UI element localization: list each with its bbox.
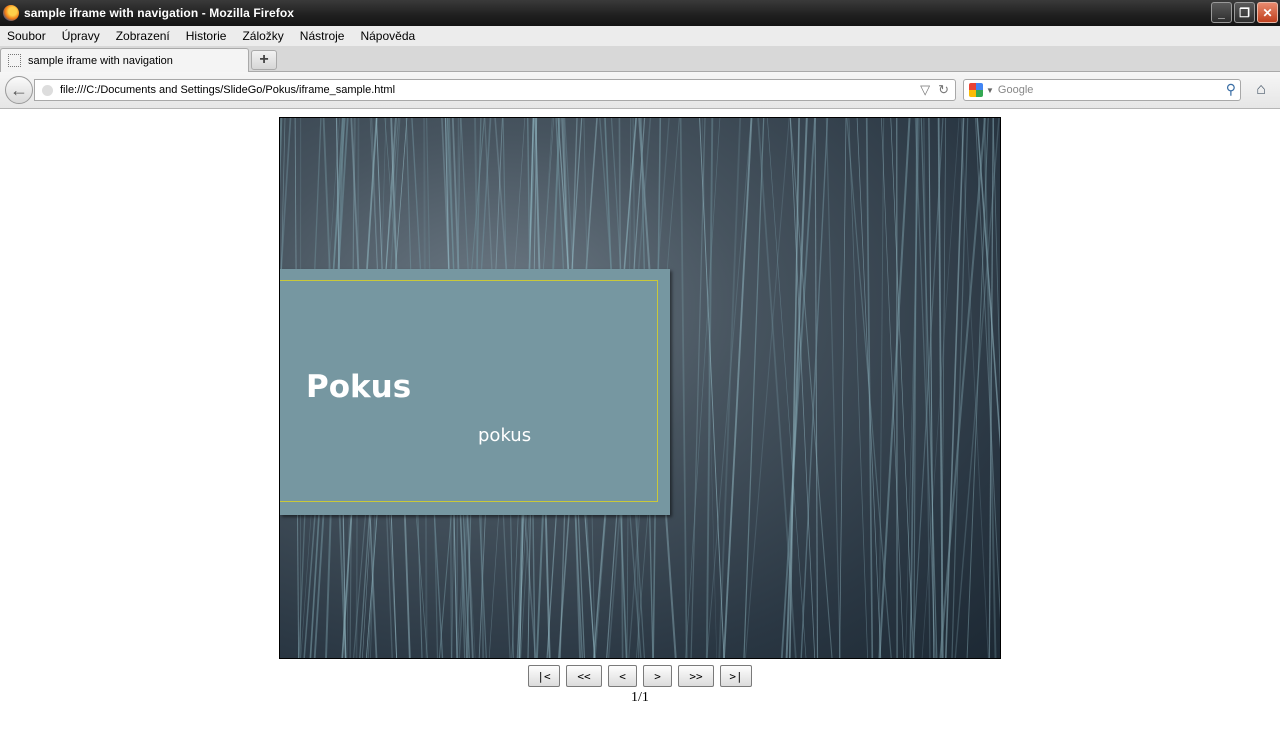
background-streak — [960, 118, 989, 658]
background-streak — [939, 118, 986, 658]
window-title: sample iframe with navigation - Mozilla … — [24, 6, 295, 20]
minimize-button[interactable]: _ — [1211, 2, 1232, 23]
menu-item-historie[interactable]: Historie — [186, 29, 227, 43]
first-slide-button[interactable]: |< — [528, 665, 560, 687]
window-title-bar: sample iframe with navigation - Mozilla … — [0, 0, 1280, 26]
search-input[interactable]: Google — [998, 84, 1033, 96]
menu-bar: Soubor Úpravy Zobrazení Historie Záložky… — [0, 26, 1280, 46]
background-streak — [706, 118, 752, 658]
next-page-button[interactable]: >> — [678, 665, 714, 687]
background-streak — [856, 118, 882, 658]
tab-active[interactable]: sample iframe with navigation — [0, 48, 249, 72]
close-button[interactable]: ✕ — [1257, 2, 1278, 23]
tab-strip: sample iframe with navigation + — [0, 46, 1280, 72]
menu-item-zalozky[interactable]: Záložky — [242, 29, 283, 43]
menu-item-nastroje[interactable]: Nástroje — [300, 29, 345, 43]
background-streak — [839, 118, 847, 658]
slide-navigation: |< << < > >> >| — [528, 665, 752, 687]
page-icon — [8, 54, 21, 67]
google-engine-icon[interactable] — [969, 83, 983, 97]
tab-label: sample iframe with navigation — [28, 54, 173, 67]
history-dropdown-icon[interactable]: ▽ — [920, 82, 930, 98]
menu-item-soubor[interactable]: Soubor — [7, 29, 46, 43]
search-bar[interactable]: ▼ Google ⚲ — [963, 79, 1241, 101]
menu-item-napoveda[interactable]: Nápověda — [360, 29, 415, 43]
restore-button[interactable]: ❐ — [1234, 2, 1255, 23]
back-button[interactable]: ← — [5, 76, 33, 104]
slide-title: Pokus — [306, 369, 412, 405]
slide-counter: 1/1 — [631, 690, 649, 705]
last-slide-button[interactable]: >| — [720, 665, 752, 687]
reload-icon[interactable]: ↻ — [938, 82, 949, 98]
background-streak — [744, 118, 790, 658]
new-tab-button[interactable]: + — [251, 50, 277, 70]
next-slide-button[interactable]: > — [643, 665, 672, 687]
background-streak — [825, 118, 841, 658]
site-identity-icon[interactable] — [42, 84, 53, 96]
url-text[interactable]: file:///C:/Documents and Settings/SlideG… — [60, 84, 395, 96]
slide-subtitle: pokus — [478, 425, 532, 446]
slide-iframe: Pokus pokus — [279, 117, 1001, 659]
previous-page-button[interactable]: << — [566, 665, 602, 687]
url-bar[interactable]: file:///C:/Documents and Settings/SlideG… — [34, 79, 956, 101]
background-streak — [679, 118, 688, 658]
previous-slide-button[interactable]: < — [608, 665, 637, 687]
background-streak — [800, 118, 829, 658]
background-streak — [814, 118, 819, 658]
window-controls: _ ❐ ✕ — [1211, 2, 1278, 23]
engine-dropdown-icon[interactable]: ▼ — [986, 86, 994, 95]
home-button[interactable]: ⌂ — [1252, 81, 1270, 99]
firefox-logo-icon — [3, 5, 19, 21]
search-icon[interactable]: ⚲ — [1226, 81, 1236, 98]
menu-item-upravy[interactable]: Úpravy — [62, 29, 100, 43]
menu-item-zobrazeni[interactable]: Zobrazení — [116, 29, 170, 43]
background-streak — [940, 118, 947, 658]
navigation-toolbar: ← file:///C:/Documents and Settings/Slid… — [0, 72, 1280, 109]
background-streak — [848, 118, 868, 658]
